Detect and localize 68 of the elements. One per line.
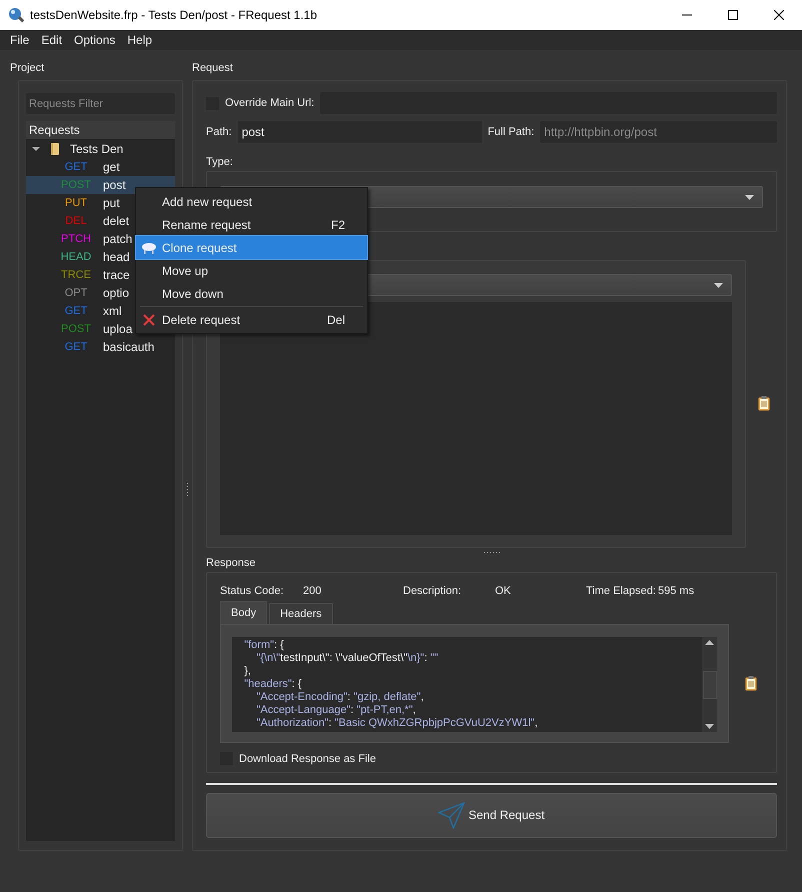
expand-arrow-icon[interactable]: [32, 145, 40, 153]
field-label: Override Main Url:: [225, 97, 314, 109]
method-label: GET: [64, 341, 88, 353]
method-label: POST: [60, 323, 92, 335]
scroll-up-icon[interactable]: [705, 640, 714, 646]
method-label: TRCE: [60, 269, 92, 281]
method-label: OPT: [64, 287, 88, 299]
menu-item[interactable]: Move down: [136, 282, 367, 305]
section-title: Project: [10, 62, 46, 76]
section-title: Request: [192, 62, 234, 76]
checkbox-label: Download Response as File: [239, 752, 376, 765]
code-line: "form": {: [243, 639, 285, 652]
description-value: OK: [495, 585, 512, 600]
folder-icon: [50, 142, 60, 156]
clipboard-icon[interactable]: [745, 676, 757, 692]
delete-icon: [143, 314, 155, 326]
menu-item[interactable]: Options: [68, 33, 122, 47]
tab[interactable]: Body: [220, 601, 268, 624]
code-line: "Accept-Encoding": "gzip, deflate",: [255, 691, 425, 704]
path-field[interactable]: post: [238, 121, 482, 143]
status-code-label: Status Code:: [220, 585, 285, 600]
code-line: "Authorization": "Basic QWxhZGRpbjpPcGVuU2VzYW1l",: [255, 717, 539, 730]
section-title: Response: [206, 557, 257, 570]
time-elapsed-label: Time Elapsed:: [586, 585, 657, 600]
method-label: HEAD: [60, 251, 92, 263]
close-icon[interactable]: [774, 10, 784, 20]
method-label: GET: [64, 305, 88, 317]
tab[interactable]: Headers: [269, 603, 333, 624]
request-item[interactable]: GET get: [26, 158, 175, 176]
sheep-icon: [141, 242, 157, 254]
send-request-button[interactable]: Send Request: [206, 792, 777, 838]
code-line: "Accept-Language": "pt-PT,en,*",: [255, 704, 417, 718]
time-elapsed-value: 595 ms: [658, 585, 694, 600]
menu-item[interactable]: Help: [121, 33, 158, 47]
menu-item[interactable]: Delete request Del: [136, 308, 367, 331]
caret-icon: [745, 195, 754, 200]
method-label: POST: [60, 179, 92, 191]
method-label: PTCH: [60, 233, 92, 245]
tree-header: Requests: [26, 121, 175, 140]
app-icon: [8, 7, 24, 23]
code-line: },: [243, 665, 252, 678]
scrollbar[interactable]: [702, 637, 717, 732]
code-line: "{\n\"testInput\": \"valueOfTest\"\n}": "": [255, 652, 440, 666]
scrollbar-thumb[interactable]: [702, 670, 716, 699]
code-line: "headers": {: [243, 678, 303, 692]
maximize-icon[interactable]: [728, 10, 738, 20]
window-title: testsDenWebsite.frp - Tests Den/post - FRequest 1.1b: [30, 8, 318, 22]
method-label: PUT: [64, 197, 88, 209]
scroll-down-icon[interactable]: [705, 724, 714, 730]
method-label: GET: [64, 161, 88, 173]
paper-plane-icon: [438, 802, 466, 829]
filter-field[interactable]: Requests Filter: [26, 93, 175, 114]
request-item[interactable]: POST post: [26, 176, 175, 194]
request-item[interactable]: GET basicauth: [26, 338, 175, 356]
folder-label[interactable]: Tests Den: [70, 142, 124, 156]
field-label: Path:: [206, 126, 232, 138]
status-code-value: 200: [303, 585, 322, 600]
full-path-field[interactable]: http://httpbin.org/post: [540, 121, 777, 143]
description-label: Description:: [403, 585, 462, 600]
field-label: Full Path:: [488, 126, 534, 138]
menu-item[interactable]: Edit: [35, 33, 68, 47]
method-label: DEL: [64, 215, 88, 227]
field-label: Type:: [206, 156, 234, 168]
menu-item[interactable]: File: [4, 33, 36, 47]
menu-item[interactable]: Rename request F2: [136, 213, 367, 236]
caret-icon: [714, 282, 723, 288]
clipboard-icon[interactable]: [758, 396, 770, 412]
menu-item[interactable]: Move up: [136, 259, 367, 282]
